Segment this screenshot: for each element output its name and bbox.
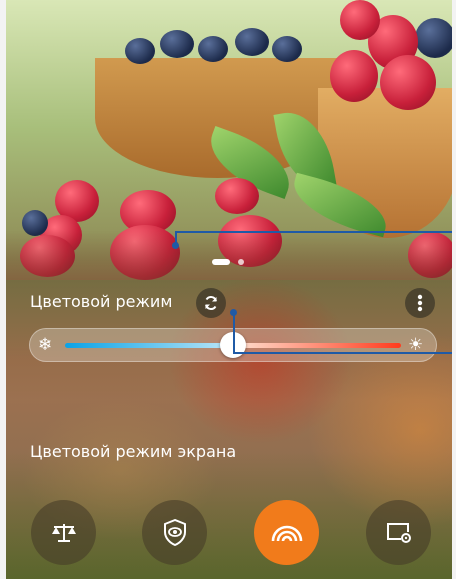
custom-screen-settings-icon xyxy=(386,522,411,543)
balance-scale-icon xyxy=(51,523,76,542)
callout-line-preview xyxy=(176,231,456,233)
warm-bar xyxy=(243,343,401,348)
callout-dot-slider xyxy=(230,309,237,316)
mode-eyecare-button[interactable] xyxy=(142,500,207,565)
pager-dot-active[interactable] xyxy=(212,259,230,265)
mode-vivid-button[interactable] xyxy=(254,500,319,565)
more-vertical-icon xyxy=(417,294,423,312)
callout-dot-preview xyxy=(172,242,179,249)
mode-balance-button[interactable] xyxy=(31,500,96,565)
mode-custom-button[interactable] xyxy=(366,500,431,565)
screen-color-mode-label: Цветовой режим экрана xyxy=(30,442,237,461)
reset-button[interactable] xyxy=(196,288,226,318)
vivid-rainbow-icon xyxy=(271,525,302,541)
color-mode-title: Цветовой режим xyxy=(30,292,173,311)
carousel-pager[interactable] xyxy=(0,259,456,265)
snowflake-icon: ❄ xyxy=(38,335,53,355)
cold-bar xyxy=(65,343,235,348)
more-menu-button[interactable] xyxy=(405,288,435,318)
refresh-icon xyxy=(205,296,217,310)
eye-shield-icon xyxy=(163,518,186,546)
pager-dot[interactable] xyxy=(238,259,244,265)
callout-line-slider-vertical xyxy=(233,314,235,354)
callout-line-slider xyxy=(233,352,456,354)
